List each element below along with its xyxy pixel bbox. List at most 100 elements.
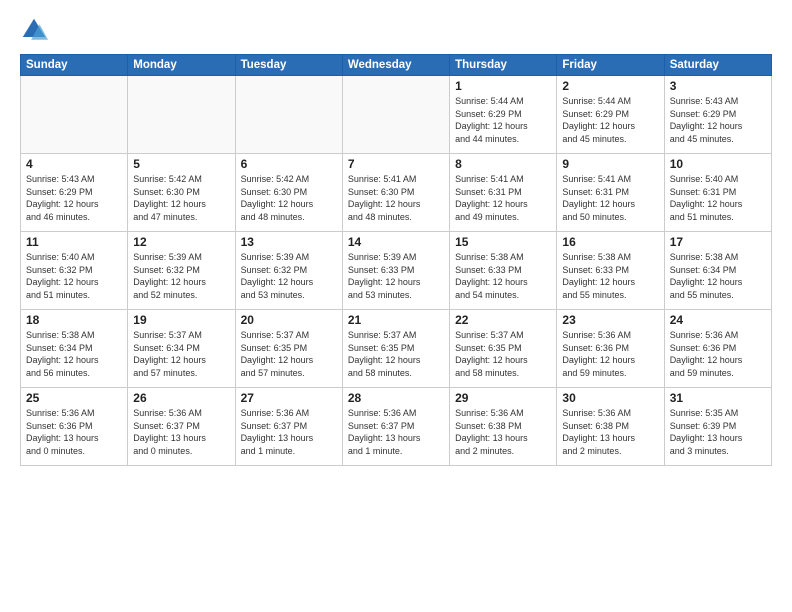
day-info: Sunrise: 5:36 AM Sunset: 6:38 PM Dayligh…	[455, 407, 551, 457]
calendar-header-wednesday: Wednesday	[342, 55, 449, 76]
day-info: Sunrise: 5:36 AM Sunset: 6:38 PM Dayligh…	[562, 407, 658, 457]
day-info: Sunrise: 5:42 AM Sunset: 6:30 PM Dayligh…	[241, 173, 337, 223]
day-info: Sunrise: 5:43 AM Sunset: 6:29 PM Dayligh…	[670, 95, 766, 145]
day-info: Sunrise: 5:36 AM Sunset: 6:37 PM Dayligh…	[348, 407, 444, 457]
day-number: 15	[455, 235, 551, 249]
day-info: Sunrise: 5:37 AM Sunset: 6:34 PM Dayligh…	[133, 329, 229, 379]
calendar-cell: 17Sunrise: 5:38 AM Sunset: 6:34 PM Dayli…	[664, 232, 771, 310]
calendar-cell: 3 Sunrise: 5:43 AM Sunset: 6:29 PM Daylig…	[664, 76, 771, 154]
calendar-header-friday: Friday	[557, 55, 664, 76]
day-number: 4	[26, 157, 122, 171]
day-info: Sunrise: 5:36 AM Sunset: 6:37 PM Dayligh…	[241, 407, 337, 457]
day-number: 29	[455, 391, 551, 405]
day-number: 13	[241, 235, 337, 249]
calendar-cell: 13 Sunrise: 5:39 AM Sunset: 6:32 PM Dayli…	[235, 232, 342, 310]
day-number: 23	[562, 313, 658, 327]
header	[20, 16, 772, 44]
day-number: 24	[670, 313, 766, 327]
day-number: 12	[133, 235, 229, 249]
calendar-header-tuesday: Tuesday	[235, 55, 342, 76]
day-number: 18	[26, 313, 122, 327]
day-number: 31	[670, 391, 766, 405]
calendar-cell: 22 Sunrise: 5:37 AM Sunset: 6:35 PM Dayli…	[450, 310, 557, 388]
calendar-cell: 26 Sunrise: 5:36 AM Sunset: 6:37 PM Dayli…	[128, 388, 235, 466]
calendar-cell	[128, 76, 235, 154]
day-number: 5	[133, 157, 229, 171]
logo	[20, 16, 50, 44]
calendar-cell: 14 Sunrise: 5:39 AM Sunset: 6:33 PM Dayli…	[342, 232, 449, 310]
day-number: 20	[241, 313, 337, 327]
day-info: Sunrise: 5:36 AM Sunset: 6:36 PM Dayligh…	[670, 329, 766, 379]
day-number: 6	[241, 157, 337, 171]
day-info: Sunrise: 5:37 AM Sunset: 6:35 PM Dayligh…	[241, 329, 337, 379]
day-info: Sunrise: 5:40 AM Sunset: 6:32 PM Dayligh…	[26, 251, 122, 301]
day-info: Sunrise: 5:38 AM Sunset: 6:34 PM Dayligh…	[670, 251, 766, 301]
day-info: Sunrise: 5:41 AM Sunset: 6:31 PM Dayligh…	[562, 173, 658, 223]
calendar-cell: 24 Sunrise: 5:36 AM Sunset: 6:36 PM Dayli…	[664, 310, 771, 388]
calendar-cell: 9 Sunrise: 5:41 AM Sunset: 6:31 PM Daylig…	[557, 154, 664, 232]
calendar-cell: 21 Sunrise: 5:37 AM Sunset: 6:35 PM Dayli…	[342, 310, 449, 388]
day-info: Sunrise: 5:40 AM Sunset: 6:31 PM Dayligh…	[670, 173, 766, 223]
day-info: Sunrise: 5:42 AM Sunset: 6:30 PM Dayligh…	[133, 173, 229, 223]
day-number: 7	[348, 157, 444, 171]
calendar-cell: 18 Sunrise: 5:38 AM Sunset: 6:34 PM Dayli…	[21, 310, 128, 388]
day-info: Sunrise: 5:39 AM Sunset: 6:33 PM Dayligh…	[348, 251, 444, 301]
day-number: 14	[348, 235, 444, 249]
calendar-cell: 20 Sunrise: 5:37 AM Sunset: 6:35 PM Dayli…	[235, 310, 342, 388]
logo-icon	[20, 16, 48, 44]
day-number: 2	[562, 79, 658, 93]
day-number: 27	[241, 391, 337, 405]
day-number: 8	[455, 157, 551, 171]
calendar-header-monday: Monday	[128, 55, 235, 76]
day-info: Sunrise: 5:36 AM Sunset: 6:36 PM Dayligh…	[26, 407, 122, 457]
calendar-week-row: 11 Sunrise: 5:40 AM Sunset: 6:32 PM Dayli…	[21, 232, 772, 310]
day-info: Sunrise: 5:36 AM Sunset: 6:36 PM Dayligh…	[562, 329, 658, 379]
calendar-cell: 4 Sunrise: 5:43 AM Sunset: 6:29 PM Daylig…	[21, 154, 128, 232]
calendar-week-row: 1 Sunrise: 5:44 AM Sunset: 6:29 PM Daylig…	[21, 76, 772, 154]
day-number: 21	[348, 313, 444, 327]
day-number: 9	[562, 157, 658, 171]
day-number: 30	[562, 391, 658, 405]
day-number: 1	[455, 79, 551, 93]
day-number: 16	[562, 235, 658, 249]
calendar-cell: 31 Sunrise: 5:35 AM Sunset: 6:39 PM Dayli…	[664, 388, 771, 466]
calendar-cell: 25 Sunrise: 5:36 AM Sunset: 6:36 PM Dayli…	[21, 388, 128, 466]
day-number: 26	[133, 391, 229, 405]
calendar-header-thursday: Thursday	[450, 55, 557, 76]
day-info: Sunrise: 5:41 AM Sunset: 6:31 PM Dayligh…	[455, 173, 551, 223]
calendar-cell: 2Sunrise: 5:44 AM Sunset: 6:29 PM Daylig…	[557, 76, 664, 154]
day-info: Sunrise: 5:43 AM Sunset: 6:29 PM Dayligh…	[26, 173, 122, 223]
day-info: Sunrise: 5:37 AM Sunset: 6:35 PM Dayligh…	[348, 329, 444, 379]
day-info: Sunrise: 5:39 AM Sunset: 6:32 PM Dayligh…	[241, 251, 337, 301]
calendar-header-sunday: Sunday	[21, 55, 128, 76]
day-info: Sunrise: 5:37 AM Sunset: 6:35 PM Dayligh…	[455, 329, 551, 379]
day-info: Sunrise: 5:35 AM Sunset: 6:39 PM Dayligh…	[670, 407, 766, 457]
day-number: 28	[348, 391, 444, 405]
day-info: Sunrise: 5:38 AM Sunset: 6:33 PM Dayligh…	[562, 251, 658, 301]
calendar-cell: 28 Sunrise: 5:36 AM Sunset: 6:37 PM Dayli…	[342, 388, 449, 466]
calendar-week-row: 4 Sunrise: 5:43 AM Sunset: 6:29 PM Daylig…	[21, 154, 772, 232]
calendar-cell: 8 Sunrise: 5:41 AM Sunset: 6:31 PM Daylig…	[450, 154, 557, 232]
day-number: 3	[670, 79, 766, 93]
day-info: Sunrise: 5:36 AM Sunset: 6:37 PM Dayligh…	[133, 407, 229, 457]
calendar-cell	[342, 76, 449, 154]
calendar-header-row: SundayMondayTuesdayWednesdayThursdayFrid…	[21, 55, 772, 76]
calendar-cell: 7 Sunrise: 5:41 AM Sunset: 6:30 PM Daylig…	[342, 154, 449, 232]
day-info: Sunrise: 5:38 AM Sunset: 6:33 PM Dayligh…	[455, 251, 551, 301]
calendar-cell: 5 Sunrise: 5:42 AM Sunset: 6:30 PM Daylig…	[128, 154, 235, 232]
calendar-cell: 16 Sunrise: 5:38 AM Sunset: 6:33 PM Dayli…	[557, 232, 664, 310]
day-number: 11	[26, 235, 122, 249]
day-number: 25	[26, 391, 122, 405]
calendar-cell: 12 Sunrise: 5:39 AM Sunset: 6:32 PM Dayli…	[128, 232, 235, 310]
calendar-cell: 15 Sunrise: 5:38 AM Sunset: 6:33 PM Dayli…	[450, 232, 557, 310]
calendar-cell: 27 Sunrise: 5:36 AM Sunset: 6:37 PM Dayli…	[235, 388, 342, 466]
calendar-cell: 6 Sunrise: 5:42 AM Sunset: 6:30 PM Daylig…	[235, 154, 342, 232]
day-info: Sunrise: 5:41 AM Sunset: 6:30 PM Dayligh…	[348, 173, 444, 223]
day-info: Sunrise: 5:39 AM Sunset: 6:32 PM Dayligh…	[133, 251, 229, 301]
day-number: 10	[670, 157, 766, 171]
day-number: 22	[455, 313, 551, 327]
day-info: Sunrise: 5:44 AM Sunset: 6:29 PM Dayligh…	[455, 95, 551, 145]
calendar-cell: 19Sunrise: 5:37 AM Sunset: 6:34 PM Dayli…	[128, 310, 235, 388]
calendar-cell: 1 Sunrise: 5:44 AM Sunset: 6:29 PM Daylig…	[450, 76, 557, 154]
day-info: Sunrise: 5:38 AM Sunset: 6:34 PM Dayligh…	[26, 329, 122, 379]
